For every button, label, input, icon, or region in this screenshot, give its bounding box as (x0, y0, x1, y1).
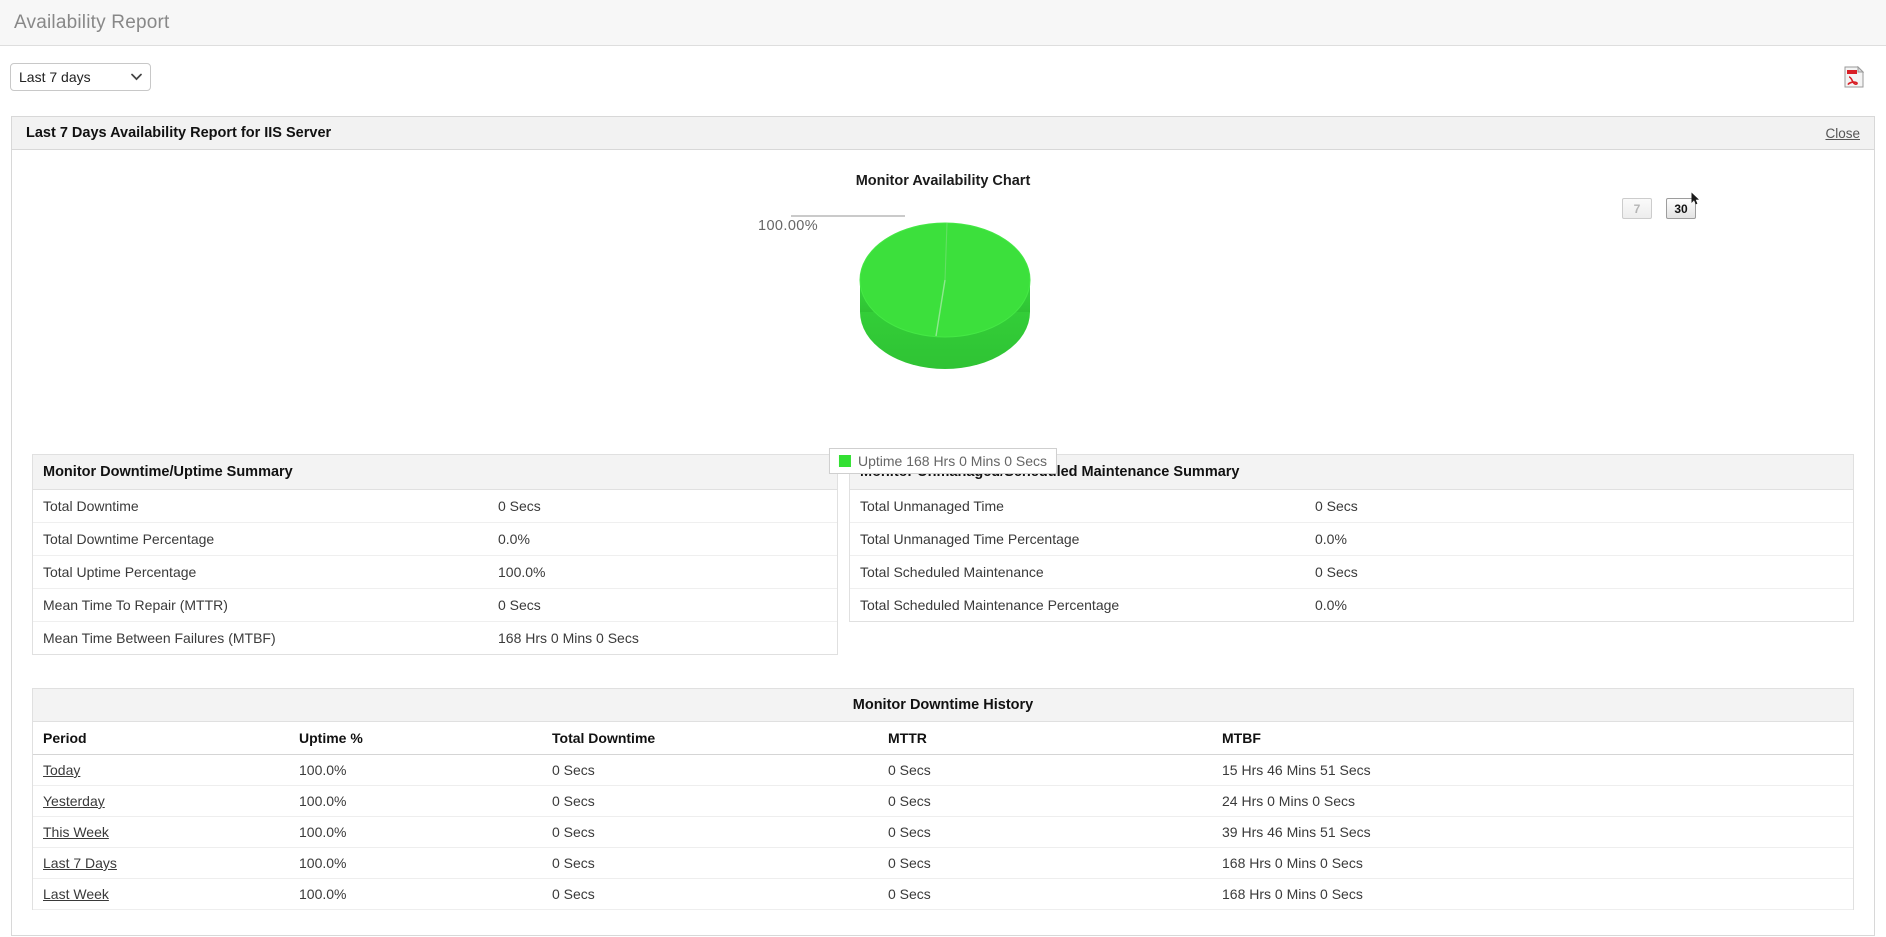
period-select[interactable]: Last 7 days (10, 63, 151, 91)
column-header-uptime: Uptime % (289, 722, 542, 755)
pie-chart-graphic (791, 215, 1031, 369)
table-row: Yesterday 100.0% 0 Secs 0 Secs 24 Hrs 0 … (33, 785, 1853, 817)
pie-chart: 100.00% Uptime 168 Hrs 0 Mins 0 Secs (12, 205, 1874, 474)
downtime-summary-title: Monitor Downtime/Uptime Summary (33, 455, 837, 490)
row-label: Total Uptime Percentage (33, 555, 488, 589)
row-value: 0.0% (1305, 522, 1853, 556)
row-value: 100.0% (488, 555, 837, 589)
table-header-row: Period Uptime % Total Downtime MTTR MTBF (33, 722, 1853, 755)
row-label: Total Unmanaged Time Percentage (850, 522, 1305, 556)
column-header-total-downtime: Total Downtime (542, 722, 878, 755)
period-link-this-week[interactable]: This Week (43, 824, 109, 840)
table-row: Total Scheduled Maintenance Percentage 0… (850, 589, 1853, 622)
table-row: Total Downtime 0 Secs (33, 490, 837, 523)
table-row: This Week 100.0% 0 Secs 0 Secs 39 Hrs 46… (33, 816, 1853, 848)
cell-mttr: 0 Secs (878, 785, 1212, 817)
chart-area: Monitor Availability Chart 7 30 100.00% … (12, 150, 1874, 474)
cell-uptime: 100.0% (289, 754, 542, 786)
cell-mttr: 0 Secs (878, 754, 1212, 786)
row-label: Total Downtime Percentage (33, 522, 488, 556)
cell-period: This Week (33, 816, 289, 848)
toolbar: Last 7 days (0, 46, 1886, 108)
cell-uptime: 100.0% (289, 816, 542, 848)
row-value: 0.0% (488, 522, 837, 556)
app-header: Availability Report (0, 0, 1886, 46)
row-label: Mean Time To Repair (MTTR) (33, 588, 488, 622)
table-row: Mean Time Between Failures (MTBF) 168 Hr… (33, 622, 837, 655)
cell-mtbf: 168 Hrs 0 Mins 0 Secs (1212, 847, 1853, 879)
downtime-uptime-summary-box: Monitor Downtime/Uptime Summary Total Do… (32, 454, 838, 655)
cell-total-downtime: 0 Secs (542, 847, 878, 879)
row-value: 0 Secs (488, 490, 837, 523)
downtime-summary-table: Total Downtime 0 Secs Total Downtime Per… (33, 490, 837, 654)
column-header-period: Period (33, 722, 289, 755)
cell-uptime: 100.0% (289, 878, 542, 910)
table-row: Total Uptime Percentage 100.0% (33, 555, 837, 589)
cell-period: Yesterday (33, 785, 289, 817)
report-title: Last 7 Days Availability Report for IIS … (26, 125, 332, 141)
row-value: 0 Secs (488, 588, 837, 622)
row-value: 0.0% (1315, 597, 1347, 613)
close-link[interactable]: Close (1825, 126, 1860, 141)
cell-mtbf: 15 Hrs 46 Mins 51 Secs (1212, 754, 1853, 786)
period-link-yesterday[interactable]: Yesterday (43, 793, 105, 809)
cell-period: Last 7 Days (33, 847, 289, 879)
page-title: Availability Report (14, 11, 170, 33)
cell-period: Today (33, 754, 289, 786)
row-label: Total Downtime (33, 490, 488, 523)
period-link-today[interactable]: Today (43, 762, 80, 778)
legend-swatch-uptime (838, 455, 851, 467)
period-link-last-7-days[interactable]: Last 7 Days (43, 855, 117, 871)
cell-total-downtime: 0 Secs (542, 754, 878, 786)
column-header-mtbf: MTBF (1212, 722, 1853, 755)
cell-uptime: 100.0% (289, 785, 542, 817)
downtime-history-table: Period Uptime % Total Downtime MTTR MTBF… (33, 722, 1853, 910)
period-select-wrapper: Last 7 days (10, 63, 151, 91)
cell-mttr: 0 Secs (878, 878, 1212, 910)
column-header-mttr: MTTR (878, 722, 1212, 755)
cell-total-downtime: 0 Secs (542, 878, 878, 910)
mouse-cursor-icon (1691, 192, 1699, 205)
table-row: Today 100.0% 0 Secs 0 Secs 15 Hrs 46 Min… (33, 754, 1853, 786)
cell-total-downtime: 0 Secs (542, 785, 878, 817)
table-row: Total Unmanaged Time Percentage 0.0% (850, 522, 1853, 556)
cell-mtbf: 168 Hrs 0 Mins 0 Secs (1212, 878, 1853, 910)
report-panel-header: Last 7 Days Availability Report for IIS … (12, 117, 1874, 150)
legend-label-uptime: Uptime 168 Hrs 0 Mins 0 Secs (857, 453, 1048, 469)
cell-period: Last Week (33, 878, 289, 910)
cell-uptime: 100.0% (289, 847, 542, 879)
row-value: 0 Secs (1305, 490, 1853, 523)
report-panel: Last 7 Days Availability Report for IIS … (11, 116, 1875, 936)
row-value: 168 Hrs 0 Mins 0 Secs (498, 630, 639, 646)
downtime-history-title: Monitor Downtime History (33, 689, 1853, 722)
cell-mtbf: 24 Hrs 0 Mins 0 Secs (1212, 785, 1853, 817)
period-link-last-week[interactable]: Last Week (43, 886, 109, 902)
row-label: Mean Time Between Failures (MTBF) (43, 630, 276, 646)
table-row: Mean Time To Repair (MTTR) 0 Secs (33, 588, 837, 622)
row-label: Total Scheduled Maintenance Percentage (860, 597, 1120, 613)
row-label: Total Scheduled Maintenance (850, 555, 1305, 589)
chart-title: Monitor Availability Chart (855, 173, 1031, 189)
cell-total-downtime: 0 Secs (542, 816, 878, 848)
row-value: 0 Secs (1305, 555, 1853, 589)
cell-mttr: 0 Secs (878, 847, 1212, 879)
cell-mttr: 0 Secs (878, 816, 1212, 848)
summary-section: Monitor Downtime/Uptime Summary Total Do… (12, 454, 1874, 655)
table-row: Total Downtime Percentage 0.0% (33, 522, 837, 556)
pdf-export-icon[interactable] (1844, 66, 1864, 88)
unmanaged-maintenance-summary-box: Monitor Unmanaged/Scheduled Maintenance … (849, 454, 1854, 622)
table-row: Total Unmanaged Time 0 Secs (850, 490, 1853, 523)
table-row: Last 7 Days 100.0% 0 Secs 0 Secs 168 Hrs… (33, 847, 1853, 879)
downtime-history-box: Monitor Downtime History Period Uptime %… (32, 688, 1854, 910)
pie-slice-label: 100.00% (758, 218, 819, 234)
table-row: Total Scheduled Maintenance 0 Secs (850, 555, 1853, 589)
cell-mtbf: 39 Hrs 46 Mins 51 Secs (1212, 816, 1853, 848)
table-row: Last Week 100.0% 0 Secs 0 Secs 168 Hrs 0… (33, 878, 1853, 910)
chart-legend: Uptime 168 Hrs 0 Mins 0 Secs (828, 448, 1058, 474)
maintenance-summary-table: Total Unmanaged Time 0 Secs Total Unmana… (850, 490, 1853, 621)
row-label: Total Unmanaged Time (850, 490, 1305, 523)
